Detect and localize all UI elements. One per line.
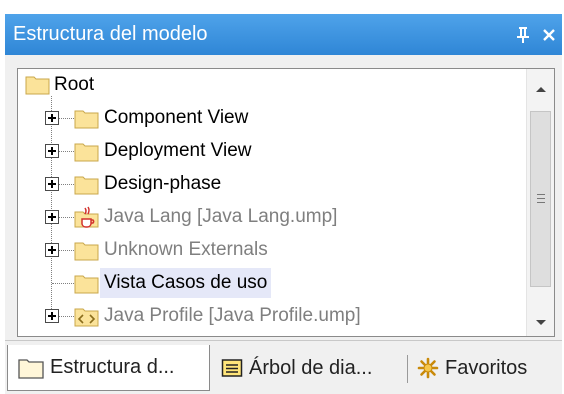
close-button[interactable] [536,20,562,50]
tree-item-label: Java Lang [Java Lang.ump] [104,206,338,227]
expand-toggle[interactable] [45,177,59,191]
model-tree-icon [18,358,44,379]
scrollbar-thumb[interactable] [530,111,551,287]
panel-title: Estructura del modelo [13,23,208,45]
tab-model-tree[interactable]: Estructura d... [7,345,210,391]
folder-icon [74,275,99,294]
expand-toggle[interactable] [45,309,59,323]
tree-item-label: Design-phase [104,173,222,194]
tree-rows: Root Component View Deployment View Desi… [18,69,526,336]
vertical-scrollbar[interactable] [526,69,554,336]
tree-item-design-phase[interactable]: Design-phase [18,168,526,201]
tree-item-label: Unknown Externals [104,239,268,260]
expand-toggle[interactable] [45,243,59,257]
tree-item-java-lang[interactable]: Java Lang [Java Lang.ump] [18,201,526,234]
tab-label: Favoritos [445,356,528,379]
tree-item-component-view[interactable]: Component View [18,102,526,135]
expand-toggle[interactable] [45,210,59,224]
expand-toggle[interactable] [45,144,59,158]
diagram-tree-icon [221,359,243,377]
folder-icon [74,242,99,261]
tree-item-label: Vista Casos de uso [100,268,272,298]
tree-item-deployment-view[interactable]: Deployment View [18,135,526,168]
model-tree-panel: Root Component View Deployment View Desi… [5,55,562,340]
tab-diagram-tree[interactable]: Árbol de dia... [221,345,405,391]
tab-label: Estructura d... [50,356,175,378]
tab-separator [407,355,408,383]
tab-label: Árbol de dia... [249,356,373,379]
folder-icon [74,176,99,195]
folder-icon [74,143,99,162]
grip-line [537,198,545,199]
tree-item-label: Java Profile [Java Profile.ump] [104,305,361,326]
tree-item-root[interactable]: Root [18,69,526,102]
chevron-up-icon [536,87,546,92]
panel-tab-bar: Estructura d... Árbol de dia... Favorito… [5,340,562,394]
grip-line [537,202,545,203]
panel-title-bar: Estructura del modelo [5,14,562,55]
folder-icon [25,76,50,95]
tree-item-label: Deployment View [104,140,252,161]
expand-toggle[interactable] [45,111,59,125]
tab-favorites[interactable]: Favoritos [417,345,559,391]
model-tree: Root Component View Deployment View Desi… [17,68,555,337]
favorites-icon [417,357,439,379]
tree-item-vista-casos-de-uso[interactable]: Vista Casos de uso [18,267,526,300]
tree-item-java-profile[interactable]: Java Profile [Java Profile.ump] [18,300,526,333]
tree-item-label: Component View [104,107,249,128]
tree-item-label: Root [54,74,95,95]
pin-button[interactable] [510,20,536,50]
java-package-icon [74,206,99,228]
scroll-up-button[interactable] [527,75,554,103]
tree-item-unknown-externals[interactable]: Unknown Externals [18,234,526,267]
grip-line [537,194,545,195]
profile-package-icon [74,308,99,327]
close-icon [543,28,555,41]
pin-icon [517,26,529,43]
folder-icon [74,110,99,129]
scroll-down-button[interactable] [527,309,554,336]
chevron-down-icon [536,320,546,325]
